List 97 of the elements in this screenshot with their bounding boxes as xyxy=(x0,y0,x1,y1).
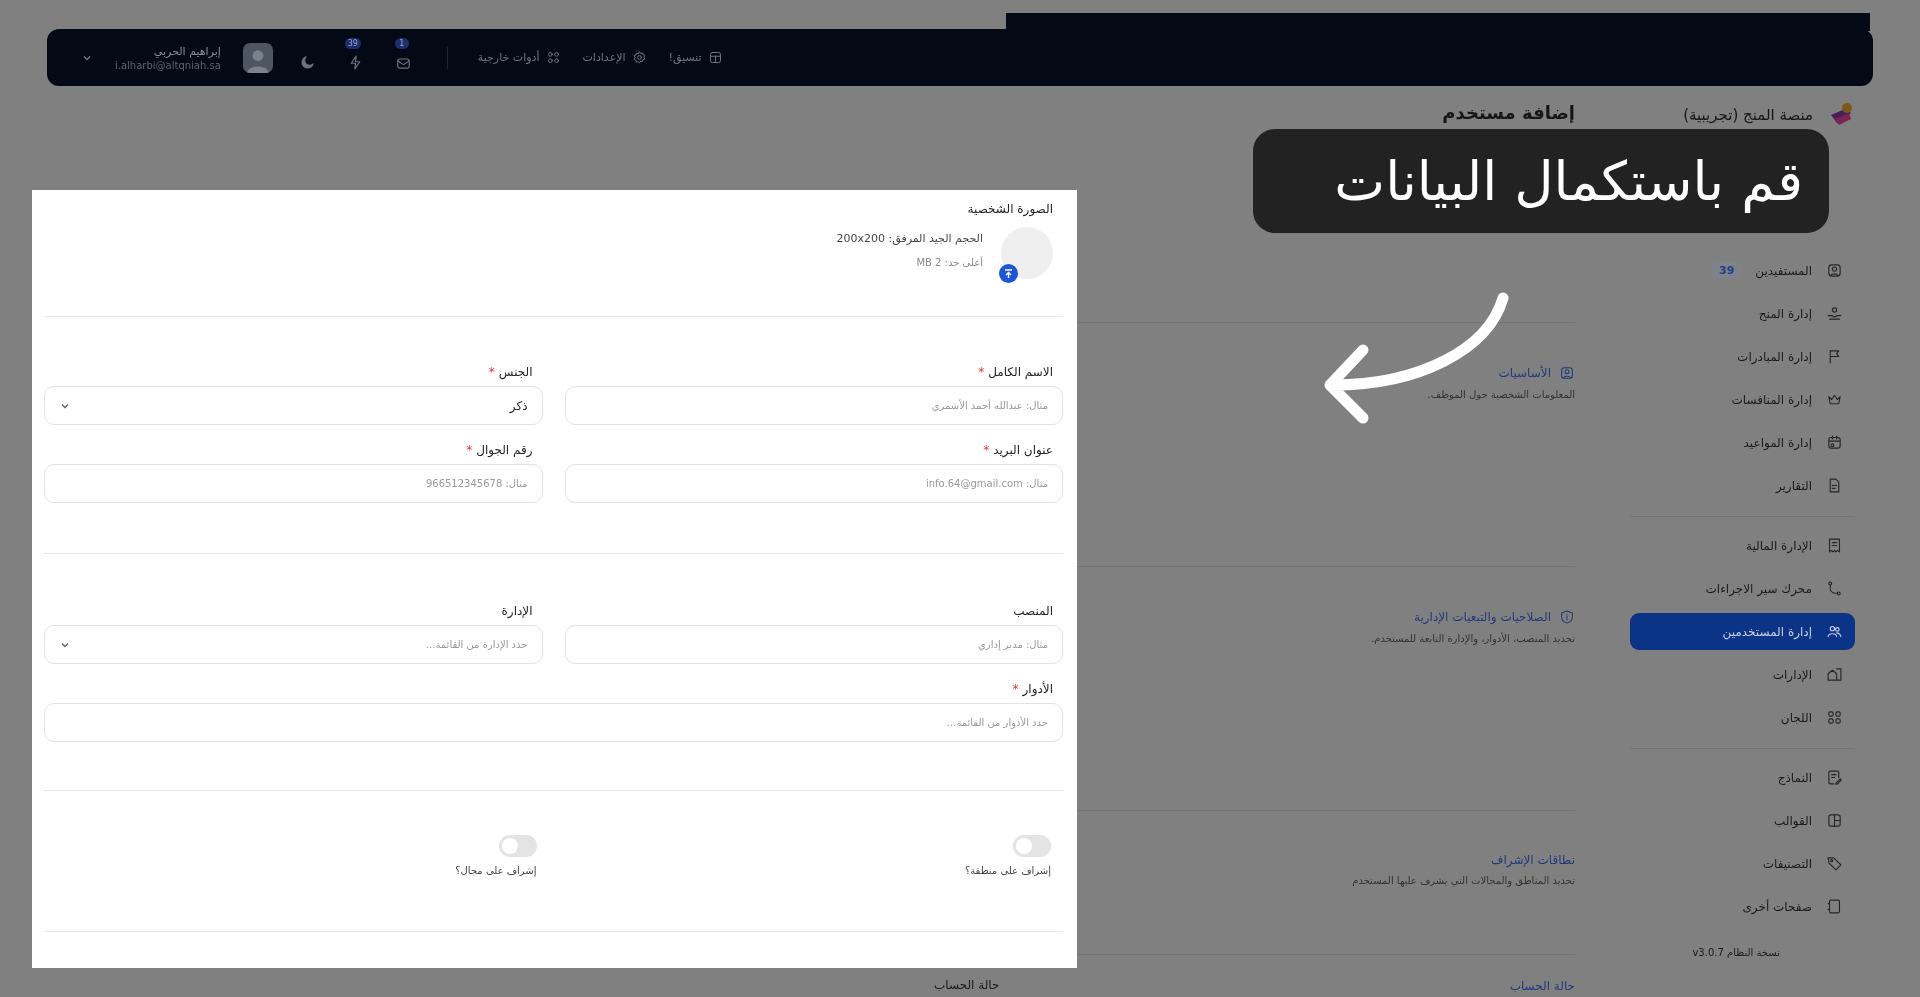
count-badge: 39 xyxy=(1712,262,1742,279)
form-icon xyxy=(1826,769,1843,786)
sidebar-item[interactable]: اللجان xyxy=(1630,699,1855,736)
field-label: الجنس xyxy=(498,365,533,379)
receipt-icon xyxy=(1826,537,1843,554)
grid-icon xyxy=(1826,709,1843,726)
upload-icon[interactable] xyxy=(999,264,1018,283)
sidebar-item-label: النماذج xyxy=(1777,770,1812,785)
section-subtitle: المعلومات الشخصية حول الموظف. xyxy=(1426,389,1575,400)
toggle-label: إشراف على مجال؟ xyxy=(455,865,537,876)
toggle-switch[interactable] xyxy=(1013,835,1051,857)
building-icon xyxy=(1826,666,1843,683)
layout-icon xyxy=(1826,812,1843,829)
section-title: نطاقات الإشراف xyxy=(1491,853,1575,867)
user-icon xyxy=(1826,262,1843,279)
required-mark: * xyxy=(466,443,473,457)
hand-icon xyxy=(1826,305,1843,322)
shield-icon xyxy=(1559,609,1575,625)
version-label: نسخة النظام v3.0.7 xyxy=(1691,947,1780,958)
input-field[interactable]: حدد الأدوار من القائمة... xyxy=(44,703,1063,742)
bolt-button[interactable]: 39 xyxy=(342,37,369,78)
sidebar-item[interactable]: إدارة المنح xyxy=(1630,295,1855,332)
sidebar-item-label: إدارة المنح xyxy=(1758,306,1812,321)
platform-name: منصة المنج (تجريبية) xyxy=(1683,106,1813,124)
sidebar-item-label: محرك سير الاجراءات xyxy=(1705,581,1812,596)
sidebar-item[interactable]: إدارة المستخدمين xyxy=(1630,613,1855,650)
sidebar-item[interactable]: إدارة المنافسات xyxy=(1630,381,1855,418)
size-hint: الحجم الجيد المرفق: 200x200 xyxy=(836,232,983,245)
required-mark: * xyxy=(488,365,495,379)
user-name: إبراهيم الحربي xyxy=(153,44,221,58)
field-label: الأدوار xyxy=(1022,682,1053,696)
limit-hint: أعلى حد: 2 MB xyxy=(915,257,983,268)
sidebar-item-label: إدارة المستخدمين xyxy=(1722,624,1812,639)
select-field[interactable]: حدد الإدارة من القائمة... xyxy=(44,625,543,664)
mail-button[interactable]: 1 xyxy=(390,37,417,78)
toggle-label: إشراف على منطقة؟ xyxy=(964,865,1051,876)
calendar-icon xyxy=(1826,434,1843,451)
section-subtitle: تحديد المناطق والمجالات التي يشرف عليها المستخدم xyxy=(1351,875,1575,886)
field-label: رقم الجوال xyxy=(476,443,533,457)
sidebar-item[interactable]: إدارة المبادرات xyxy=(1630,338,1855,375)
users-icon xyxy=(1826,623,1843,640)
sidebar-item-label: التصنيفات xyxy=(1762,856,1812,871)
sidebar-item[interactable]: التصنيفات xyxy=(1630,845,1855,882)
sidebar-item-label: إدارة المواعيد xyxy=(1743,435,1812,450)
input-field[interactable]: مثال: عبدالله أحمد الأشمري xyxy=(564,386,1063,425)
section-title: الصلاحيات والتبعيات الإدارية xyxy=(1414,610,1551,624)
sidebar-item-label: المستفيدين xyxy=(1755,263,1813,278)
sidebar-item-label: اللجان xyxy=(1780,710,1812,725)
field-label: حالة الحساب xyxy=(934,978,1000,992)
top-bar-link[interactable]: تنسيق! xyxy=(668,50,723,65)
tag-icon xyxy=(1826,855,1843,872)
layout-icon xyxy=(707,50,723,65)
sidebar-item[interactable]: صفحات أخرى xyxy=(1630,888,1855,925)
sidebar-item-label: إدارة المبادرات xyxy=(1737,349,1812,364)
settings-icon xyxy=(631,50,647,65)
top-bar-link[interactable]: أدوات خارجية xyxy=(477,50,561,65)
sidebar-item-label: القوالب xyxy=(1773,813,1812,828)
select-field[interactable]: ذكر xyxy=(44,386,543,425)
sidebar-item-label: الإدارات xyxy=(1772,667,1812,682)
input-field[interactable]: مثال: info.64@gmail.com xyxy=(564,464,1063,503)
sidebar-item[interactable]: القوالب xyxy=(1630,802,1855,839)
field-label: عنوان البريد xyxy=(993,443,1053,457)
field-label: الاسم الكامل xyxy=(988,365,1053,379)
notification-badge: 39 xyxy=(344,37,361,49)
callout-text: قم باستكمال البيانات xyxy=(1334,149,1803,213)
moon-icon xyxy=(299,54,317,71)
user-email: i.alharbi@altqniah.sa xyxy=(115,59,221,71)
sidebar-item[interactable]: الإدارة المالية xyxy=(1630,527,1855,564)
sidebar-item[interactable]: الإدارات xyxy=(1630,656,1855,693)
sidebar-item[interactable]: محرك سير الاجراءات xyxy=(1630,570,1855,607)
section-subtitle: تحديد المنصب، الأدوار، والإدارة التابعة للمستخدم. xyxy=(1370,633,1575,644)
sidebar-item-label: التقارير xyxy=(1775,478,1812,493)
sidebar-item[interactable]: النماذج xyxy=(1630,759,1855,796)
required-mark: * xyxy=(1012,682,1019,696)
top-bar-link[interactable]: الإعدادات xyxy=(582,50,647,65)
notification-badge: 1 xyxy=(394,37,409,49)
required-mark: * xyxy=(978,365,985,379)
required-mark: * xyxy=(983,443,990,457)
route-icon xyxy=(1826,580,1843,597)
section-title: الأساسيات xyxy=(1498,366,1551,380)
input-field[interactable]: مثال: 966512345678 xyxy=(44,464,543,503)
page-title: إضافة مستخدم xyxy=(1441,101,1575,125)
section-title: حالة الحساب xyxy=(1509,979,1575,993)
input-field[interactable]: مثال: مدير إداري xyxy=(564,625,1063,664)
sidebar-item-label: الإدارة المالية xyxy=(1745,538,1812,553)
user-avatar[interactable] xyxy=(242,42,273,73)
field-label: الإدارة xyxy=(501,604,533,618)
sidebar-item[interactable]: التقارير xyxy=(1630,467,1855,504)
toggle-switch[interactable] xyxy=(498,835,537,857)
user-icon xyxy=(1559,365,1575,381)
grid-icon xyxy=(545,50,561,65)
field-label: المنصب xyxy=(1013,604,1053,618)
page-icon xyxy=(1826,898,1843,915)
sidebar-item-label: إدارة المنافسات xyxy=(1731,392,1812,407)
sidebar-item[interactable]: إدارة المواعيد xyxy=(1630,424,1855,461)
sidebar-item-label: صفحات أخرى xyxy=(1742,899,1812,914)
field-label: الصورة الشخصية xyxy=(967,202,1053,216)
